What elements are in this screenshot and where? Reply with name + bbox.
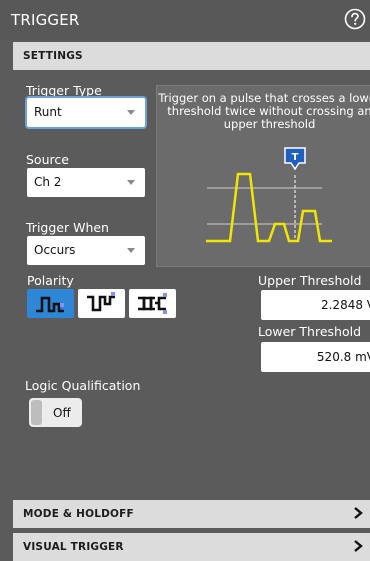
chevron-right-icon	[354, 540, 363, 552]
logic-qualification-state: Off	[53, 406, 71, 420]
toggle-knob	[31, 400, 42, 425]
upper-threshold-input[interactable]: 2.2848 V	[261, 290, 370, 320]
mode-holdoff-header[interactable]: MODE & HOLDOFF	[13, 500, 370, 528]
trigger-when-label: Trigger When	[26, 220, 109, 235]
logic-qualification-toggle[interactable]: Off	[29, 398, 82, 427]
trigger-type-select[interactable]: Runt	[27, 98, 145, 127]
either-runt-icon	[138, 293, 167, 314]
trigger-description-box: Trigger on a pulse that crosses a lower …	[156, 85, 370, 267]
chevron-down-icon	[127, 248, 135, 253]
visual-trigger-label: VISUAL TRIGGER	[23, 541, 124, 553]
upper-threshold-value: 2.2848 V	[320, 298, 370, 312]
settings-header-label: SETTINGS	[23, 50, 83, 62]
chevron-right-icon	[354, 507, 363, 519]
upper-threshold-label: Upper Threshold	[258, 273, 362, 288]
polarity-group	[27, 289, 176, 320]
visual-trigger-header[interactable]: VISUAL TRIGGER	[13, 533, 370, 561]
trigger-marker-icon: T	[284, 147, 306, 171]
settings-header[interactable]: SETTINGS	[13, 42, 370, 70]
panel-titlebar: TRIGGER	[0, 0, 370, 40]
mode-holdoff-label: MODE & HOLDOFF	[23, 508, 134, 520]
trigger-panel: TRIGGER SETTINGS Trigger Type Runt Sourc…	[0, 0, 370, 561]
trigger-type-label: Trigger Type	[26, 83, 102, 98]
positive-runt-icon	[36, 296, 64, 313]
help-circle-icon[interactable]	[344, 8, 366, 30]
source-value: Ch 2	[34, 175, 62, 189]
trigger-marker-label: T	[292, 152, 299, 163]
either-runt-button[interactable]	[129, 289, 176, 318]
chevron-down-icon	[127, 180, 135, 185]
logic-qualification-label: Logic Qualification	[25, 378, 141, 393]
negative-runt-button[interactable]	[78, 289, 125, 318]
positive-runt-button[interactable]	[27, 289, 74, 318]
lower-threshold-input[interactable]: 520.8 mV	[261, 342, 370, 372]
waveform-trace	[206, 172, 332, 243]
trigger-type-value: Runt	[34, 105, 62, 119]
lower-threshold-label: Lower Threshold	[258, 324, 362, 339]
source-select[interactable]: Ch 2	[27, 168, 145, 197]
source-label: Source	[26, 152, 69, 167]
panel-title: TRIGGER	[11, 11, 80, 29]
runt-waveform-diagram: T	[206, 147, 332, 243]
trigger-when-value: Occurs	[34, 243, 76, 257]
lower-threshold-value: 520.8 mV	[316, 350, 370, 364]
settings-content: Trigger Type Runt Source Ch 2 Trigger Wh…	[13, 70, 370, 498]
chevron-down-icon	[127, 110, 135, 115]
polarity-label: Polarity	[27, 273, 74, 288]
trigger-when-select[interactable]: Occurs	[27, 236, 145, 265]
negative-runt-icon	[87, 292, 115, 312]
